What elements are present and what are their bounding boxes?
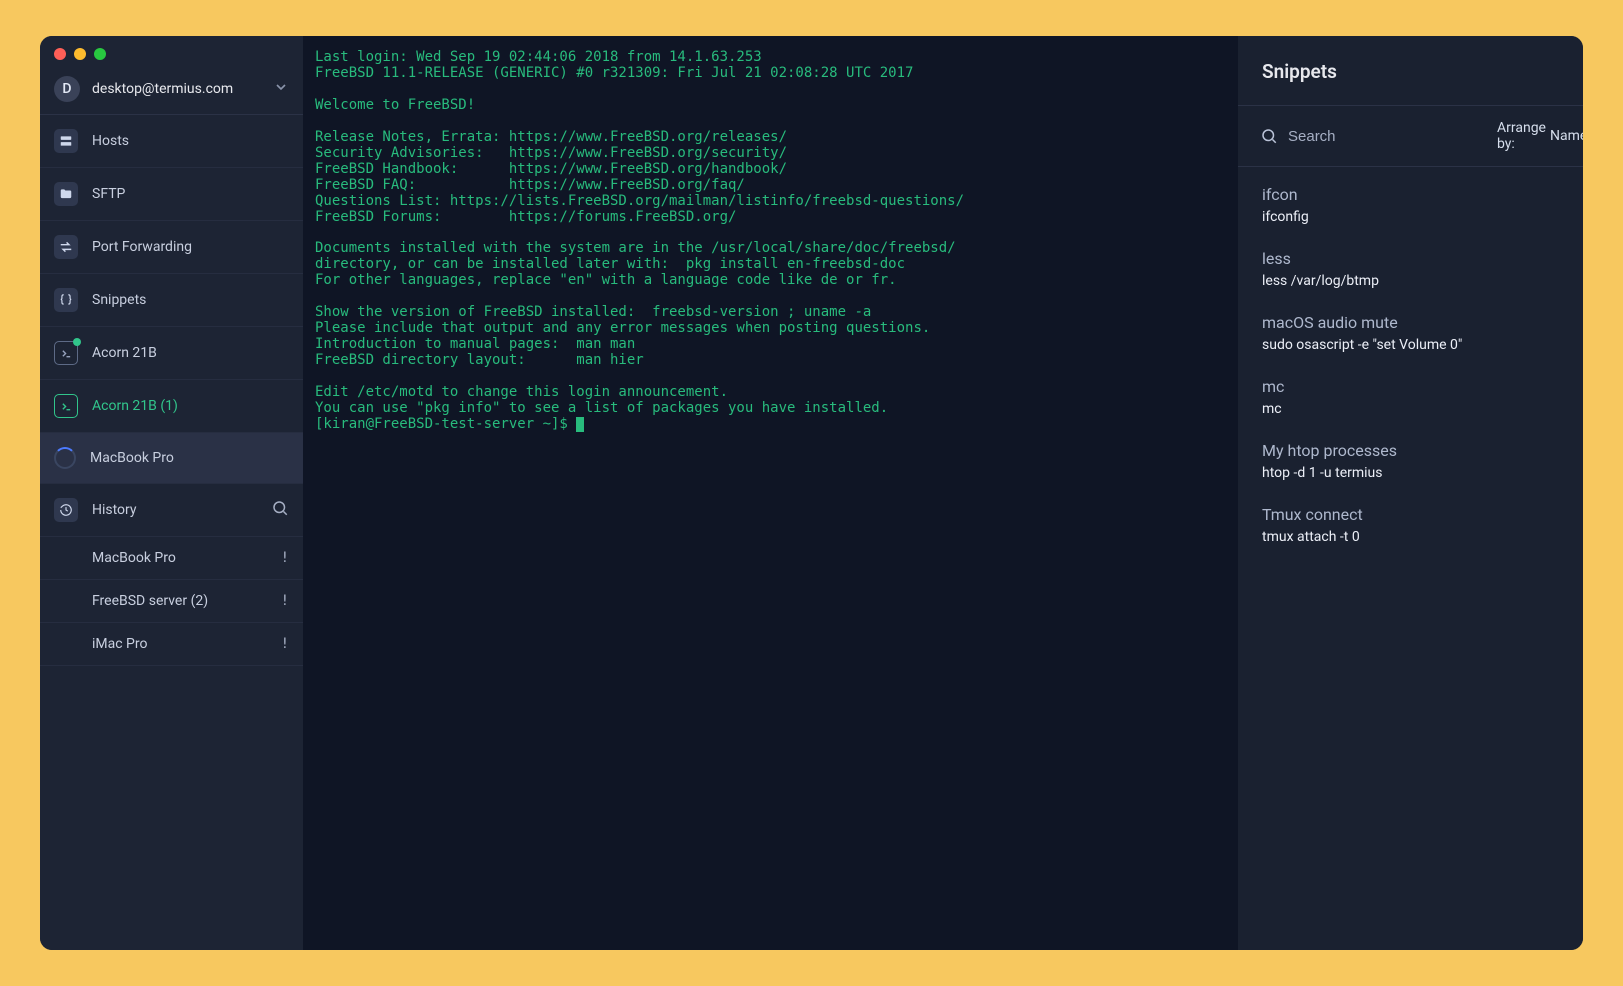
snippet-item[interactable]: less less /var/log/btmp: [1262, 235, 1559, 299]
account-switcher[interactable]: D desktop@termius.com: [40, 64, 303, 115]
window-controls: [54, 48, 106, 60]
nav-sftp[interactable]: SFTP: [40, 168, 303, 221]
snippets-toolbar: Arrange by: Name: [1238, 106, 1583, 167]
terminal-icon: [54, 394, 78, 418]
snippet-title: macOS audio mute: [1262, 313, 1559, 332]
search-icon[interactable]: [271, 499, 289, 521]
snippet-item[interactable]: ifcon ifconfig: [1262, 171, 1559, 235]
session-label: Acorn 21B: [92, 345, 157, 361]
sidebar: D desktop@termius.com Hosts SFTP Port Fo…: [40, 36, 303, 950]
history-label: iMac Pro: [92, 636, 267, 652]
session-label: Acorn 21B (1): [92, 398, 178, 414]
session-acorn-21b[interactable]: Acorn 21B: [40, 327, 303, 380]
snippet-title: Tmux connect: [1262, 505, 1559, 524]
history-label: FreeBSD server (2): [92, 593, 267, 609]
snippet-item[interactable]: Tmux connect tmux attach -t 0: [1262, 491, 1559, 555]
history-label: MacBook Pro: [92, 550, 267, 566]
avatar: D: [54, 76, 80, 102]
session-label: MacBook Pro: [90, 450, 174, 466]
arrange-value: Name: [1550, 128, 1583, 144]
snippet-title: less: [1262, 249, 1559, 268]
nav-label: History: [92, 502, 257, 518]
search-input[interactable]: [1288, 128, 1487, 145]
terminal-prompt: [kiran@FreeBSD-test-server ~]$: [315, 416, 576, 432]
snippet-command: ifconfig: [1262, 209, 1559, 225]
snippet-command: less /var/log/btmp: [1262, 273, 1559, 289]
history-item-imac-pro[interactable]: iMac Pro !: [40, 623, 303, 666]
snippet-command: tmux attach -t 0: [1262, 529, 1559, 545]
terminal-icon: [54, 341, 78, 365]
nav-hosts[interactable]: Hosts: [40, 115, 303, 168]
snippet-title: mc: [1262, 377, 1559, 396]
history-item-macbook-pro[interactable]: MacBook Pro !: [40, 537, 303, 580]
status-dot-icon: [73, 338, 81, 346]
port-forward-icon: [54, 235, 78, 259]
history-item-freebsd-server[interactable]: FreeBSD server (2) !: [40, 580, 303, 623]
hosts-icon: [54, 129, 78, 153]
loading-spinner-icon: [54, 447, 76, 469]
session-macbook-pro[interactable]: MacBook Pro: [40, 433, 303, 484]
snippets-list: ifcon ifconfig less less /var/log/btmp m…: [1238, 167, 1583, 559]
braces-icon: [54, 288, 78, 312]
folder-icon: [54, 182, 78, 206]
snippet-item[interactable]: mc mc: [1262, 363, 1559, 427]
snippet-item[interactable]: My htop processes htop -d 1 -u termius: [1262, 427, 1559, 491]
account-email: desktop@termius.com: [92, 81, 261, 97]
nav-label: Port Forwarding: [92, 239, 289, 255]
nav-port-forwarding[interactable]: Port Forwarding: [40, 221, 303, 274]
arrange-label: Arrange by:: [1497, 120, 1546, 152]
snippets-title: Snippets: [1238, 36, 1583, 106]
history-icon: [54, 498, 78, 522]
snippets-panel: Snippets Arrange by: Name ifcon ifconfig…: [1238, 36, 1583, 950]
minimize-window-button[interactable]: [74, 48, 86, 60]
snippet-title: ifcon: [1262, 185, 1559, 204]
terminal[interactable]: Last login: Wed Sep 19 02:44:06 2018 fro…: [303, 36, 1238, 950]
nav-history[interactable]: History: [40, 484, 303, 537]
close-window-button[interactable]: [54, 48, 66, 60]
terminal-output: Last login: Wed Sep 19 02:44:06 2018 fro…: [315, 49, 964, 416]
nav-snippets[interactable]: Snippets: [40, 274, 303, 327]
nav-label: SFTP: [92, 186, 289, 202]
alert-icon: !: [281, 593, 289, 609]
maximize-window-button[interactable]: [94, 48, 106, 60]
alert-icon: !: [281, 636, 289, 652]
session-acorn-21b-1[interactable]: Acorn 21B (1): [40, 380, 303, 433]
cursor-icon: [576, 417, 584, 432]
app-window: D desktop@termius.com Hosts SFTP Port Fo…: [40, 36, 1583, 950]
snippet-command: sudo osascript -e "set Volume 0": [1262, 337, 1559, 353]
arrange-by-dropdown[interactable]: Arrange by: Name: [1497, 120, 1583, 152]
chevron-down-icon: [273, 79, 289, 99]
snippet-item[interactable]: macOS audio mute sudo osascript -e "set …: [1262, 299, 1559, 363]
nav-label: Snippets: [92, 292, 289, 308]
snippet-command: mc: [1262, 401, 1559, 417]
search-icon: [1260, 127, 1278, 145]
snippet-title: My htop processes: [1262, 441, 1559, 460]
nav-label: Hosts: [92, 133, 289, 149]
alert-icon: !: [281, 550, 289, 566]
snippet-command: htop -d 1 -u termius: [1262, 465, 1559, 481]
